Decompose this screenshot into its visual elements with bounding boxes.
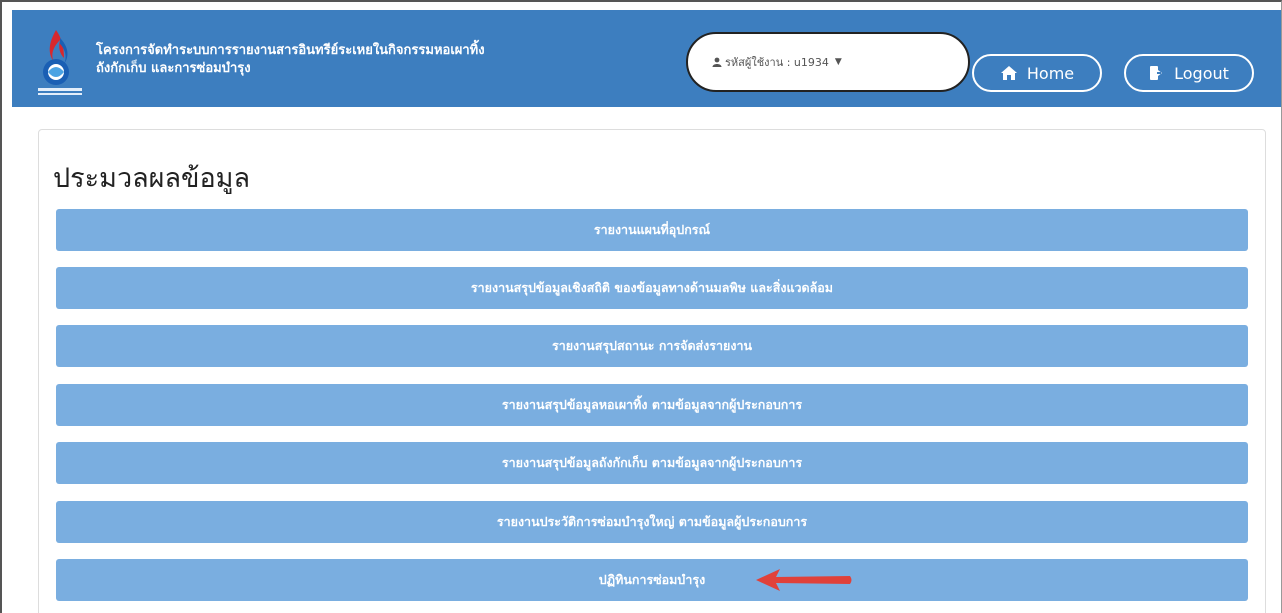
home-icon bbox=[1000, 66, 1017, 80]
page-title: ประมวลผลข้อมูล bbox=[53, 163, 251, 194]
user-menu-dropdown[interactable]: รหัสผู้ใช้งาน : u1934 ▼ bbox=[686, 32, 970, 92]
report-flare-summary-button[interactable]: รายงานสรุปข้อมูลหอเผาทิ้ง ตามข้อมูลจากผู… bbox=[56, 384, 1248, 426]
sign-out-icon bbox=[1150, 66, 1163, 80]
brand-line-1: โครงการจัดทำระบบการรายงานสารอินทรีย์ระเห… bbox=[96, 43, 485, 58]
home-button[interactable]: Home bbox=[972, 54, 1102, 92]
organization-logo-icon[interactable] bbox=[34, 24, 90, 98]
user-icon bbox=[712, 57, 722, 67]
brand-line-2: ถังกักเก็บ และการซ่อมบำรุง bbox=[96, 61, 251, 76]
report-storage-tank-summary-button[interactable]: รายงานสรุปข้อมูลถังกักเก็บ ตามข้อมูลจากผ… bbox=[56, 442, 1248, 484]
caret-down-icon: ▼ bbox=[834, 57, 842, 67]
report-equipment-map-button[interactable]: รายงานแผนที่อุปกรณ์ bbox=[56, 209, 1248, 251]
report-panel: ประมวลผลข้อมูล รายงานแผนที่อุปกรณ์ รายงา… bbox=[38, 129, 1266, 613]
browser-frame: โครงการจัดทำระบบการรายงานสารอินทรีย์ระเห… bbox=[0, 0, 1282, 613]
report-major-maintenance-history-button[interactable]: รายงานประวัติการซ่อมบำรุงใหญ่ ตามข้อมูลผ… bbox=[56, 501, 1248, 543]
report-pollution-statistics-button[interactable]: รายงานสรุปข้อมูลเชิงสถิติ ของข้อมูลทางด้… bbox=[56, 267, 1248, 309]
annotation-arrow-icon bbox=[756, 569, 852, 591]
maintenance-calendar-button[interactable]: ปฏิทินการซ่อมบำรุง bbox=[56, 559, 1248, 601]
home-label: Home bbox=[1026, 63, 1075, 83]
user-label: รหัสผู้ใช้งาน : u1934 bbox=[725, 56, 829, 69]
site-brand[interactable]: โครงการจัดทำระบบการรายงานสารอินทรีย์ระเห… bbox=[96, 42, 566, 78]
logout-label: Logout bbox=[1174, 63, 1229, 83]
report-submission-status-button[interactable]: รายงานสรุปสถานะ การจัดส่งรายงาน bbox=[56, 325, 1248, 367]
top-navbar: โครงการจัดทำระบบการรายงานสารอินทรีย์ระเห… bbox=[12, 10, 1281, 107]
logout-button[interactable]: Logout bbox=[1124, 54, 1254, 92]
